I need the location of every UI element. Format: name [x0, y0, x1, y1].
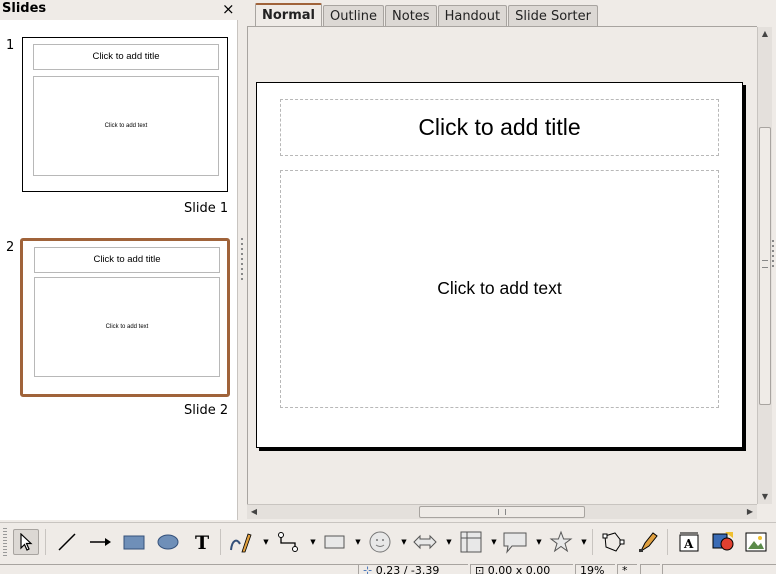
scroll-right-icon[interactable]: ▶: [743, 505, 757, 519]
flowchart-dropdown-icon[interactable]: ▼: [490, 536, 498, 548]
thumbnail-body-placeholder: Click to add text: [34, 277, 220, 377]
impress-window: Slides × 1 Click to add title Click to a…: [0, 0, 776, 574]
slides-pane: Slides × 1 Click to add title Click to a…: [0, 0, 241, 520]
image-icon[interactable]: [743, 529, 769, 555]
block-arrows-dropdown-icon[interactable]: ▼: [445, 536, 453, 548]
position-icon: ⊹: [363, 564, 373, 574]
pane-splitter[interactable]: [238, 20, 247, 520]
slide[interactable]: Click to add title Click to add text: [256, 82, 743, 448]
status-position: ⊹ 0.23 / -3.39: [358, 564, 468, 574]
block-arrows-icon[interactable]: [412, 529, 438, 555]
horizontal-scrollbar[interactable]: ◀ ▶: [247, 504, 757, 519]
slide-thumbnail-2[interactable]: Click to add title Click to add text: [20, 238, 230, 397]
body-placeholder[interactable]: Click to add text: [280, 170, 719, 408]
slide-canvas[interactable]: Click to add title Click to add text: [247, 26, 757, 504]
tab-notes[interactable]: Notes: [385, 5, 437, 28]
connector-icon[interactable]: [276, 529, 302, 555]
status-position-value: 0.23 / -3.39: [375, 564, 440, 574]
basic-shapes-icon[interactable]: [322, 529, 348, 555]
select-icon[interactable]: [13, 529, 39, 555]
slide-number: 1: [6, 38, 15, 53]
view-tabs: Normal Outline Notes Handout Slide Sorte…: [255, 3, 599, 28]
scroll-down-icon[interactable]: ▼: [758, 490, 772, 504]
scroll-left-icon[interactable]: ◀: [247, 505, 261, 519]
svg-text:T: T: [195, 532, 209, 552]
right-splitter[interactable]: [772, 240, 776, 270]
callouts-dropdown-icon[interactable]: ▼: [535, 536, 543, 548]
tab-normal[interactable]: Normal: [255, 3, 322, 28]
symbol-shapes-icon[interactable]: [367, 529, 393, 555]
drawing-toolbar: T ▼ ▼ ▼ ▼ ▼ ▼ ▼ ▼ A: [0, 522, 776, 560]
slide-label: Slide 1: [184, 201, 229, 216]
tab-slide-sorter[interactable]: Slide Sorter: [508, 5, 598, 28]
size-icon: ⊡: [475, 564, 485, 574]
vertical-scrollbar[interactable]: ▲ ▼: [757, 27, 772, 504]
status-cell-info: [0, 564, 358, 574]
status-selection-mode[interactable]: [640, 564, 660, 574]
stars-dropdown-icon[interactable]: ▼: [580, 536, 588, 548]
points-icon[interactable]: [600, 529, 626, 555]
stars-icon[interactable]: [548, 529, 574, 555]
svg-text:A: A: [683, 537, 694, 551]
horizontal-scroll-thumb[interactable]: [419, 506, 585, 518]
main-view: Normal Outline Notes Handout Slide Sorte…: [247, 0, 776, 520]
callouts-icon[interactable]: [502, 529, 528, 555]
flowchart-icon[interactable]: [458, 529, 484, 555]
symbol-shapes-dropdown-icon[interactable]: ▼: [400, 536, 408, 548]
line-icon[interactable]: [54, 529, 80, 555]
from-file-icon[interactable]: [710, 529, 736, 555]
slide-number: 2: [6, 240, 15, 255]
tab-outline[interactable]: Outline: [323, 5, 385, 28]
curve-dropdown-icon[interactable]: ▼: [262, 536, 270, 548]
slides-pane-title: Slides: [2, 1, 47, 16]
scroll-up-icon[interactable]: ▲: [758, 27, 772, 41]
status-signature: [662, 564, 776, 574]
ellipse-icon[interactable]: [155, 529, 181, 555]
slide-thumbnail-1[interactable]: Click to add title Click to add text: [22, 37, 228, 192]
title-placeholder[interactable]: Click to add title: [280, 99, 719, 156]
tab-handout[interactable]: Handout: [437, 5, 508, 28]
text-icon[interactable]: T: [189, 529, 215, 555]
basic-shapes-dropdown-icon[interactable]: ▼: [354, 536, 362, 548]
arrow-line-icon[interactable]: [87, 529, 113, 555]
status-bar: ⊹ 0.23 / -3.39 ⊡ 0.00 x 0.00 19% *: [0, 562, 776, 574]
status-size-value: 0.00 x 0.00: [487, 564, 551, 574]
thumbnail-title-placeholder: Click to add title: [34, 247, 220, 273]
status-size: ⊡ 0.00 x 0.00: [470, 564, 573, 574]
slides-pane-header: Slides ×: [0, 0, 241, 20]
status-modified: *: [617, 564, 637, 574]
slide-label: Slide 2: [184, 403, 229, 418]
vertical-scroll-thumb[interactable]: [759, 127, 771, 405]
curve-icon[interactable]: [228, 529, 254, 555]
glue-points-icon[interactable]: [635, 529, 661, 555]
thumbnail-body-placeholder: Click to add text: [33, 76, 219, 176]
slides-list: 1 Click to add title Click to add text S…: [0, 20, 238, 520]
status-zoom[interactable]: 19%: [575, 564, 615, 574]
toolbar-handle[interactable]: [3, 528, 7, 556]
thumbnail-title-placeholder: Click to add title: [33, 44, 219, 70]
fontwork-icon[interactable]: A: [676, 529, 702, 555]
connector-dropdown-icon[interactable]: ▼: [309, 536, 317, 548]
close-icon[interactable]: ×: [222, 0, 235, 18]
rectangle-icon[interactable]: [121, 529, 147, 555]
